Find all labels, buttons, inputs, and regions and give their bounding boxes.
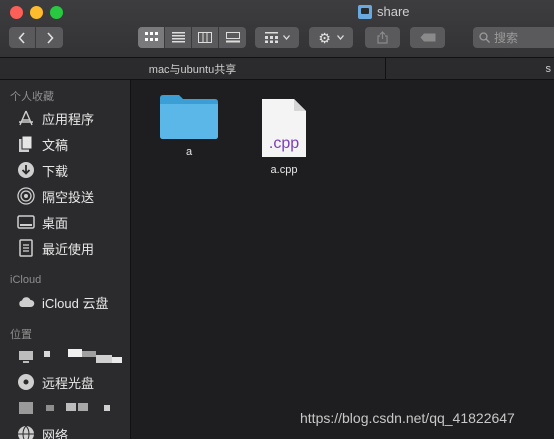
sidebar: 个人收藏 应用程序 文稿 下载 隔空投送 桌面 最近使用 iCloud iClo… (0, 80, 131, 439)
gallery-view-button[interactable] (219, 27, 246, 48)
folder-icon (160, 95, 218, 139)
forward-button[interactable] (36, 27, 63, 48)
computer-icon (17, 347, 35, 365)
airdrop-icon (17, 187, 35, 205)
search-icon (479, 32, 490, 43)
sidebar-item-label: 下载 (42, 163, 69, 179)
redacted-icon (17, 399, 35, 417)
sidebar-section-icloud: iCloud (10, 274, 42, 286)
sidebar-item-label: 应用程序 (42, 111, 95, 127)
sidebar-item-icloud-drive[interactable]: iCloud 云盘 (17, 290, 108, 314)
sidebar-item-airdrop[interactable]: 隔空投送 (17, 184, 94, 208)
icon-view-button[interactable] (138, 27, 165, 48)
sidebar-section-favorites: 个人收藏 (10, 91, 54, 103)
grid-view-icon (144, 32, 158, 41)
cpp-document-icon: .cpp (261, 98, 307, 158)
sidebar-item-label: 隔空投送 (42, 189, 95, 205)
close-window-button[interactable] (10, 6, 23, 19)
file-item-folder-a[interactable]: a (158, 92, 220, 158)
gallery-view-icon (225, 32, 240, 43)
sidebar-item-label: iCloud 云盘 (42, 295, 109, 311)
action-menu-button[interactable]: ⚙ (309, 27, 353, 48)
column-view-button[interactable] (192, 27, 219, 48)
list-view-button[interactable] (165, 27, 192, 48)
sidebar-item-applications[interactable]: 应用程序 (17, 106, 94, 130)
shared-folder-icon (358, 4, 372, 19)
share-button[interactable] (365, 27, 400, 48)
file-name: a (185, 146, 193, 158)
sidebar-item-network[interactable]: 网络 (17, 422, 68, 439)
sidebar-item-desktop[interactable]: 桌面 (17, 210, 68, 234)
tab-label: mac与ubuntu共享 (148, 64, 237, 76)
sidebar-item-label: 桌面 (42, 215, 69, 231)
window-toolbar: share ⚙ 搜索 (0, 0, 554, 58)
tag-icon (420, 33, 435, 42)
search-field[interactable]: 搜索 (473, 27, 554, 48)
group-grid-icon (264, 32, 278, 43)
cloud-icon (17, 293, 35, 311)
watermark-text: https://blog.csdn.net/qq_41822647 (300, 410, 515, 426)
documents-icon (17, 135, 35, 153)
file-name: a.cpp (270, 164, 298, 176)
navigation-buttons (9, 27, 63, 48)
window-title: share (358, 4, 410, 19)
file-browser-content: a .cpp a.cpp (132, 80, 554, 439)
gear-icon: ⚙ (318, 29, 331, 46)
tab-mac-ubuntu-share[interactable]: mac与ubuntu共享 (0, 58, 386, 80)
chevron-left-icon (18, 31, 25, 44)
redacted-label (42, 349, 122, 363)
disc-icon (17, 373, 35, 391)
group-by-button[interactable] (255, 27, 299, 48)
desktop-icon (17, 213, 35, 231)
network-icon (17, 425, 35, 439)
zoom-window-button[interactable] (50, 6, 63, 19)
sidebar-item-downloads[interactable]: 下载 (17, 158, 68, 182)
tab-second[interactable]: s (386, 58, 554, 80)
sidebar-item-label: 文稿 (42, 137, 69, 153)
column-view-icon (198, 32, 212, 43)
sidebar-item-redacted-device[interactable] (17, 344, 122, 368)
window-title-text: share (377, 4, 410, 19)
chevron-down-icon (282, 35, 290, 40)
sidebar-item-documents[interactable]: 文稿 (17, 132, 68, 156)
tab-label: s (545, 63, 552, 75)
chevron-right-icon (46, 31, 54, 44)
recents-icon (17, 239, 35, 257)
share-icon (377, 31, 388, 44)
downloads-icon (17, 161, 35, 179)
redacted-label (42, 401, 126, 415)
minimize-window-button[interactable] (30, 6, 43, 19)
applications-icon (17, 109, 35, 127)
sidebar-section-locations: 位置 (10, 329, 32, 341)
sidebar-item-label: 远程光盘 (42, 375, 95, 391)
chevron-down-icon (336, 35, 344, 40)
sidebar-item-recents[interactable]: 最近使用 (17, 236, 94, 260)
sidebar-item-remote-disc[interactable]: 远程光盘 (17, 370, 94, 394)
sidebar-item-label: 网络 (42, 427, 69, 439)
tags-button[interactable] (410, 27, 445, 48)
back-button[interactable] (9, 27, 36, 48)
sidebar-item-redacted-share[interactable] (17, 396, 126, 420)
list-view-icon (171, 32, 185, 43)
sidebar-item-label: 最近使用 (42, 241, 95, 257)
file-item-a-cpp[interactable]: .cpp a.cpp (256, 98, 312, 176)
file-type-badge: .cpp (268, 135, 300, 152)
search-placeholder: 搜索 (494, 31, 519, 45)
view-mode-selector (138, 27, 246, 48)
tab-bar: mac与ubuntu共享 s (0, 58, 554, 80)
